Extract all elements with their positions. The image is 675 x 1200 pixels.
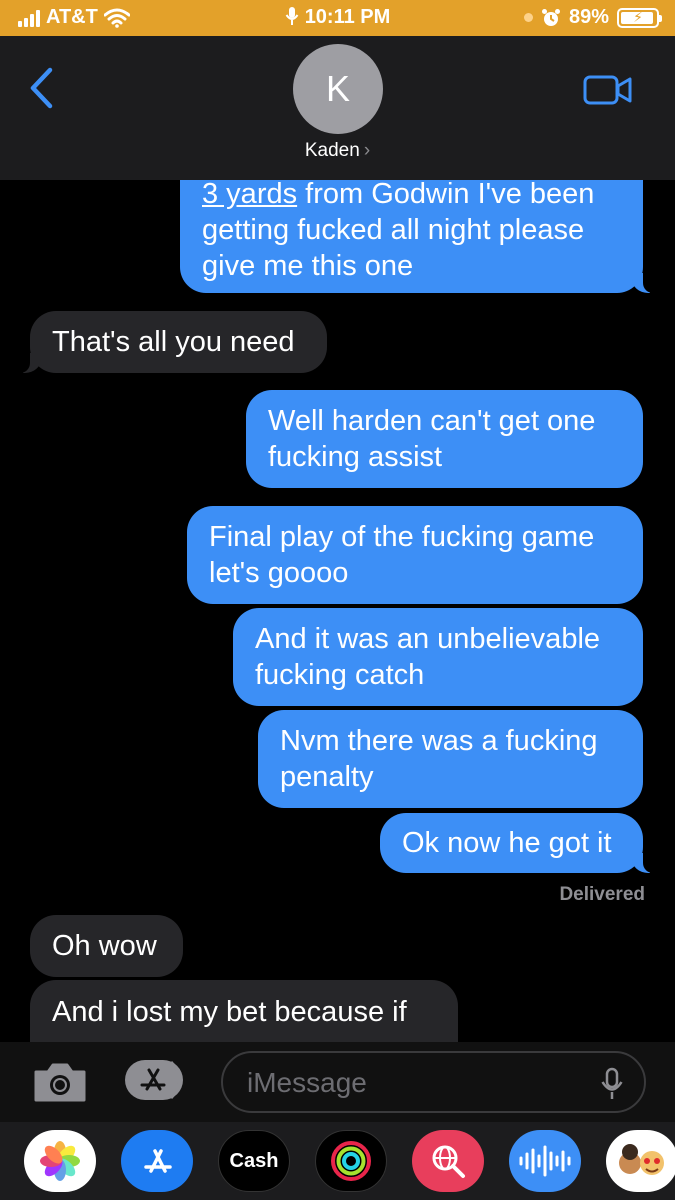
compose-bar (0, 1042, 675, 1122)
apple-cash-icon: Cash (230, 1150, 279, 1173)
activity-rings-icon (331, 1141, 371, 1181)
message-line: Well harden can't get one (268, 405, 596, 437)
message-bubble-sent[interactable]: Ok now he got it (380, 813, 663, 873)
message-input[interactable] (247, 1065, 587, 1101)
cash-label: Cash (229, 1149, 279, 1172)
memoji-app-button[interactable] (606, 1130, 675, 1192)
activity-app-button[interactable] (315, 1130, 387, 1192)
message-line: Oh wow (52, 930, 157, 962)
contact-avatar[interactable]: K (293, 44, 383, 134)
delivered-status: Delivered (559, 884, 645, 905)
message-bubble-sent[interactable]: Well harden can't get one fucking assist (246, 390, 643, 488)
contact-name: Kaden (304, 140, 360, 161)
message-line-rest: from Godwin I've been (297, 180, 595, 210)
message-line: Final play of the fucking game (209, 521, 595, 553)
globe-search-icon (432, 1145, 465, 1178)
conversation-header: K Kaden › (0, 36, 675, 180)
avatar-initial: K (325, 68, 350, 109)
message-line: Nvm there was a fucking (280, 725, 598, 757)
message-link-text[interactable]: 3 yards (202, 180, 297, 210)
message-line: fucking assist (268, 441, 443, 473)
clock-time: 10:11 PM (304, 6, 391, 28)
imessage-app-drawer: Cash (0, 1122, 675, 1200)
message-line: give me this one (202, 250, 414, 282)
photos-app-button[interactable] (24, 1130, 96, 1192)
message-bubble-received[interactable]: Oh wow (30, 915, 183, 977)
message-line: let's goooo (209, 557, 349, 589)
message-line: And it was an unbelievable (255, 623, 601, 655)
message-line: 3 yards from Godwin I've been (202, 180, 621, 212)
battery-percent: 89% (568, 6, 609, 28)
image-search-app-button[interactable] (412, 1130, 484, 1192)
microphone-icon[interactable] (600, 1067, 624, 1101)
orange-dot-indicator-icon (523, 13, 533, 22)
app-store-app-button[interactable] (121, 1130, 193, 1192)
message-line: getting fucked all night please (202, 214, 585, 246)
alarm-icon (541, 8, 560, 26)
message-bubble-sent[interactable]: Final play of the fucking game let's goo… (187, 506, 643, 604)
message-thread[interactable]: 3 yards from Godwin I've been getting fu… (0, 180, 675, 1042)
message-bubble-received[interactable]: And i lost my bet because if (30, 980, 458, 1042)
message-line: And i lost my bet because if (52, 996, 407, 1028)
camera-icon[interactable] (32, 1060, 88, 1104)
apple-cash-app-button[interactable]: Cash (218, 1130, 290, 1192)
chevron-right-icon: › (363, 140, 371, 161)
message-bubble-sent[interactable]: 3 yards from Godwin I've been getting fu… (180, 180, 663, 293)
microphone-indicator-icon (285, 7, 299, 25)
contact-name-button[interactable]: Kaden › (0, 140, 675, 162)
message-field[interactable] (221, 1051, 646, 1113)
message-line: penalty (280, 761, 374, 793)
memoji-icon (619, 1144, 664, 1175)
back-chevron-icon[interactable] (28, 66, 54, 110)
facetime-video-icon[interactable] (583, 74, 633, 106)
audio-waveform-icon (519, 1145, 571, 1177)
message-bubble-received[interactable]: That's all you need (10, 311, 327, 373)
message-bubble-sent[interactable]: And it was an unbelievable fucking catch (233, 608, 643, 706)
message-line: That's all you need (52, 326, 295, 358)
message-line: fucking catch (255, 659, 425, 691)
audio-message-app-button[interactable] (509, 1130, 581, 1192)
app-store-icon[interactable] (124, 1058, 190, 1102)
message-bubble-sent[interactable]: Nvm there was a fucking penalty (258, 710, 643, 808)
message-line: Ok now he got it (402, 827, 612, 859)
app-store-icon (144, 1149, 172, 1173)
status-bar: AT&T 10:11 PM 89% ⚡ (0, 0, 675, 36)
status-right: 89% ⚡ (523, 6, 662, 29)
photos-icon (40, 1141, 80, 1181)
battery-charging-icon: ⚡ (617, 7, 662, 28)
